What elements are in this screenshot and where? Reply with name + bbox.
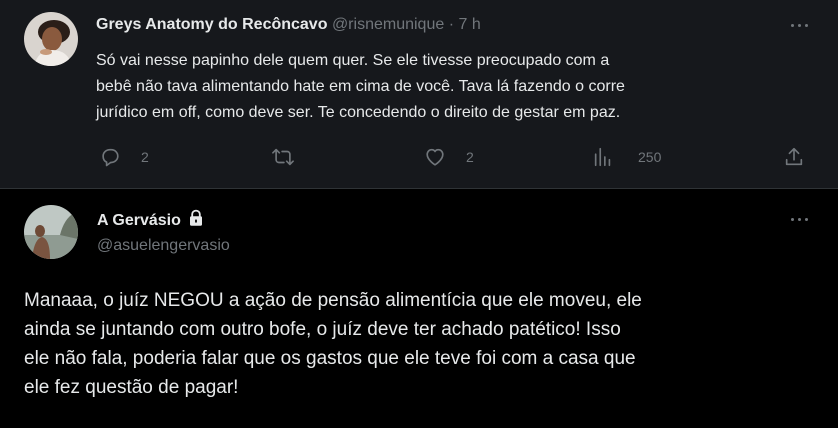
reply-button[interactable]: 2 xyxy=(99,146,149,168)
retweet-icon xyxy=(272,148,294,166)
share-button[interactable] xyxy=(783,146,805,168)
views-button[interactable]: 250 xyxy=(592,146,661,168)
tweet-1[interactable]: Greys Anatomy do Recôncavo @risnemunique… xyxy=(0,0,838,188)
views-count: 250 xyxy=(638,149,662,165)
tweet-1-header: Greys Anatomy do Recôncavo @risnemunique… xyxy=(96,15,481,35)
more-icon[interactable] xyxy=(788,15,812,35)
separator: · xyxy=(448,16,455,33)
tweet-1-text: Só vai nesse papinho dele quem quer. Se … xyxy=(96,52,625,121)
avatar[interactable] xyxy=(24,12,78,66)
avatar-image xyxy=(24,205,78,259)
timestamp[interactable]: 7 h xyxy=(458,16,480,33)
share-icon xyxy=(785,147,803,166)
views-icon xyxy=(594,147,611,167)
author-name[interactable]: A Gervásio xyxy=(97,212,181,229)
author-handle[interactable]: @risnemunique xyxy=(332,16,444,33)
tweet-2-name-row: A Gervásio xyxy=(97,209,204,231)
reply-count: 2 xyxy=(141,149,149,165)
like-count: 2 xyxy=(466,149,474,165)
reply-icon xyxy=(102,148,119,167)
more-icon[interactable] xyxy=(788,209,812,229)
avatar-image xyxy=(24,12,78,66)
tweet-2-handle[interactable]: @asuelengervasio xyxy=(97,236,230,256)
lock-icon xyxy=(190,209,203,226)
avatar[interactable] xyxy=(24,205,78,259)
like-button[interactable]: 2 xyxy=(424,146,474,168)
author-name[interactable]: Greys Anatomy do Recôncavo xyxy=(96,16,327,33)
tweet-2: A Gervásio @asuelengervasio Manaaa, o ju… xyxy=(0,189,838,428)
retweet-button[interactable] xyxy=(272,146,304,168)
like-icon xyxy=(426,148,444,166)
tweet-2-text: Manaaa, o juíz NEGOU a ação de pensão al… xyxy=(24,290,642,398)
